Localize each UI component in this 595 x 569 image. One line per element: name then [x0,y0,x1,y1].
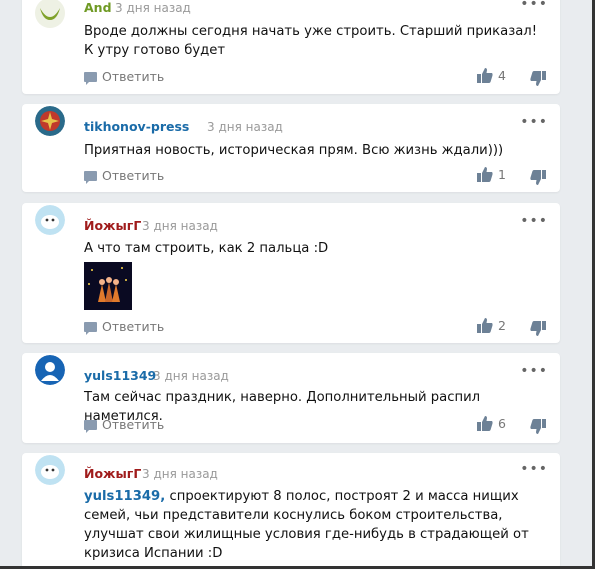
thumbs-down-icon [530,71,546,86]
reply-label: Ответить [102,417,165,432]
comment-text: А что там строить, как 2 пальца :D [84,241,329,256]
thumbs-down-icon [530,170,546,185]
more-icon[interactable]: ••• [520,213,548,229]
avatar[interactable] [35,455,65,485]
comment-time[interactable]: 3 дня назад [207,120,283,134]
comment-author[interactable]: ЙожыгГ [84,466,141,481]
avatar-icon [35,455,65,485]
comment-icon [84,321,97,335]
reply-label: Ответить [102,319,165,334]
comment-card: ЙожыгГ 3 дня назад ••• yuls11349, спроек… [22,453,560,569]
image-thumbnail [84,262,132,310]
more-icon[interactable]: ••• [520,461,548,477]
like-count: 1 [498,167,506,182]
comment-author[interactable]: tikhonov-press [84,119,189,134]
dislike-button[interactable] [530,419,546,438]
comment-author[interactable]: ЙожыгГ [84,218,141,233]
comment-text: Вроде должны сегодня начать уже строить.… [84,24,538,58]
comment-author[interactable]: yuls11349 [84,368,156,383]
reply-label: Ответить [102,69,165,84]
comments-feed: And 3 дня назад ••• Вроде должны сегодня… [0,0,595,569]
like-button[interactable]: 4 [477,68,506,83]
avatar[interactable] [35,355,65,385]
avatar-icon [35,0,65,28]
thumbs-up-icon [477,416,493,431]
like-button[interactable]: 1 [477,167,506,182]
like-count: 4 [498,68,506,83]
dislike-button[interactable] [530,321,546,340]
avatar-icon [35,106,65,136]
reply-label: Ответить [102,168,165,183]
thumbs-up-icon [477,167,493,182]
comment-card: And 3 дня назад ••• Вроде должны сегодня… [22,0,560,94]
comment-card: ЙожыгГ 3 дня назад ••• А что там строить… [22,203,560,343]
like-button[interactable]: 6 [477,416,506,431]
comment-text: yuls11349, спроектируют 8 полос, построя… [84,487,544,563]
thumbs-down-icon [530,321,546,336]
comment-text: Приятная новость, историческая прям. Всю… [84,143,504,158]
reply-button[interactable]: Ответить [84,319,165,335]
comment-time[interactable]: 3 дня назад [142,467,218,481]
reply-button[interactable]: Ответить [84,417,165,433]
thumbs-down-icon [530,419,546,434]
comment-time[interactable]: 3 дня назад [115,1,191,15]
avatar[interactable] [35,106,65,136]
comment-card: tikhonov-press 3 дня назад ••• Приятная … [22,104,560,192]
dislike-button[interactable] [530,71,546,90]
comment-card: yuls11349 3 дня назад ••• Там сейчас пра… [22,353,560,443]
avatar[interactable] [35,0,65,28]
attached-image[interactable] [84,262,132,310]
comment-time[interactable]: 3 дня назад [142,219,218,233]
comment-icon [84,170,97,184]
more-icon[interactable]: ••• [520,0,548,12]
avatar[interactable] [35,205,65,235]
avatar-icon [35,355,65,385]
like-button[interactable]: 2 [477,318,506,333]
reply-button[interactable]: Ответить [84,168,165,184]
mention-link[interactable]: yuls11349, [84,489,165,504]
thumbs-up-icon [477,318,493,333]
more-icon[interactable]: ••• [520,363,548,379]
thumbs-up-icon [477,68,493,83]
avatar-icon [35,205,65,235]
like-count: 6 [498,416,506,431]
more-icon[interactable]: ••• [520,114,548,130]
dislike-button[interactable] [530,170,546,189]
comment-icon [84,71,97,85]
comment-author[interactable]: And [84,0,112,15]
like-count: 2 [498,318,506,333]
comment-time[interactable]: 3 дня назад [153,369,229,383]
comment-icon [84,419,97,433]
reply-button[interactable]: Ответить [84,69,165,85]
